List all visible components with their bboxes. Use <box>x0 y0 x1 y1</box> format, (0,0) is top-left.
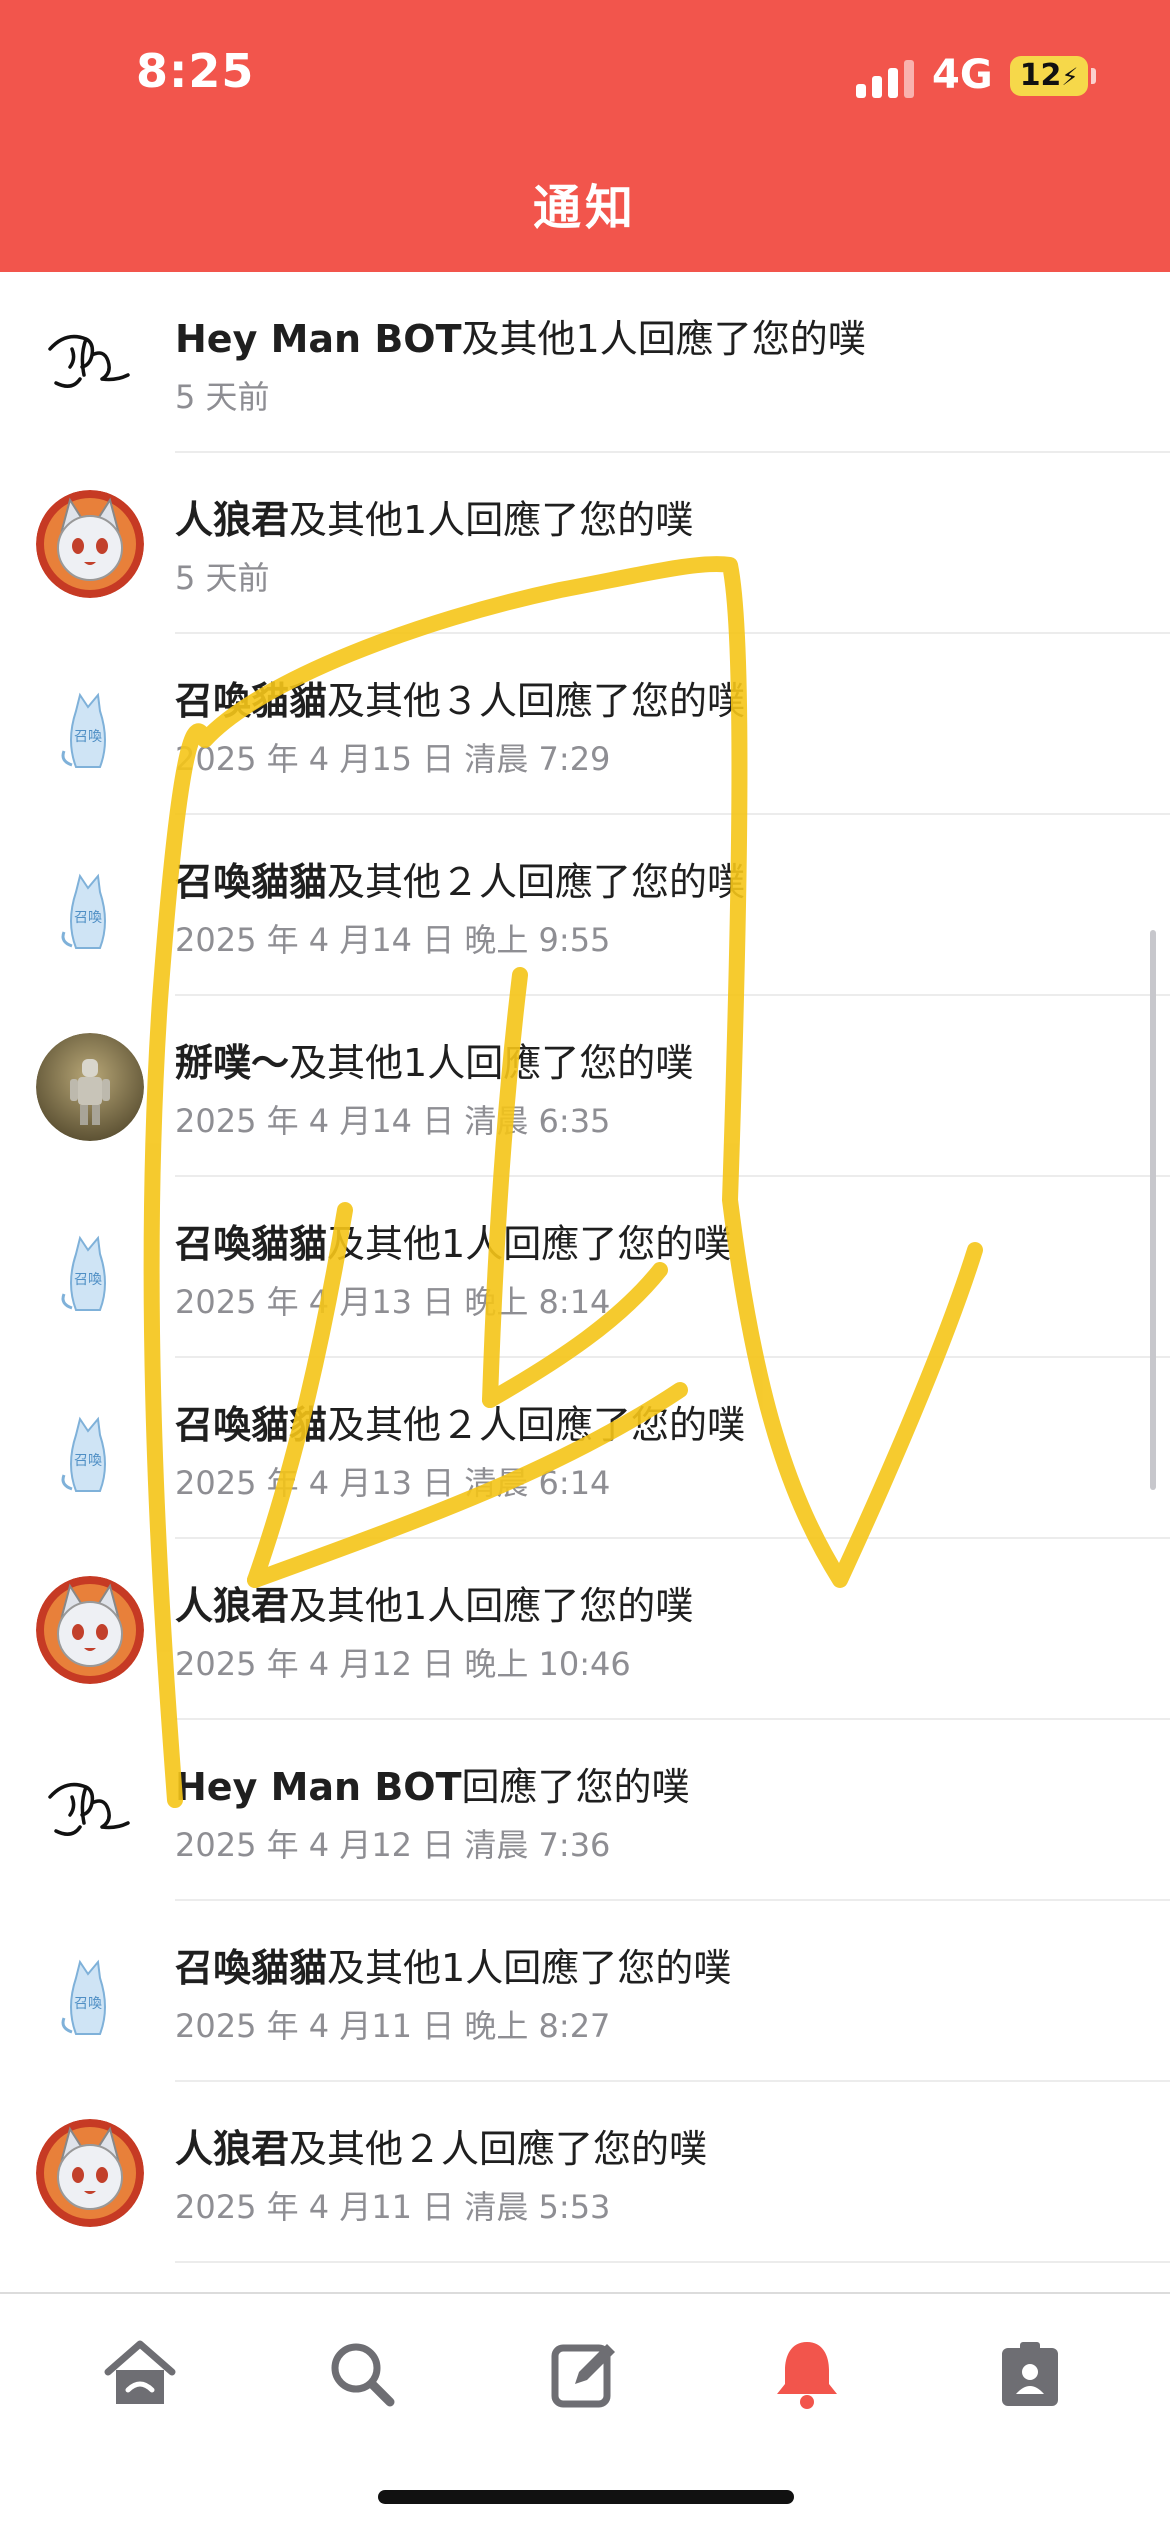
bell-icon <box>777 2342 837 2409</box>
sender-name: 人狼君 <box>175 1584 290 1628</box>
compose-icon <box>551 2344 615 2408</box>
page-title: 通知 <box>532 180 637 236</box>
notification-time: 2025 年 4 月14 日 晚上 9:55 <box>175 921 611 959</box>
sender-name: Hey Man BOT <box>175 317 462 361</box>
sender-name: 召喚貓貓 <box>175 1222 328 1266</box>
profile-card-icon <box>1002 2342 1058 2406</box>
notification-time: 2025 年 4 月13 日 清晨 6:14 <box>175 1464 611 1502</box>
notification-text: 及其他２人回應了您的噗 <box>327 860 746 904</box>
notification-time: 2025 年 4 月13 日 晚上 8:14 <box>175 1283 611 1321</box>
notification-text: 及其他1人回應了您的噗 <box>289 1584 694 1628</box>
sender-name: 掰噗～ <box>175 1041 290 1085</box>
battery-level: 12 <box>1019 58 1062 93</box>
cat-avatar[interactable]: 召喚 <box>36 852 144 960</box>
home-indicator[interactable] <box>378 2490 794 2504</box>
search-icon <box>331 2343 395 2407</box>
cat-avatar[interactable]: 召喚 <box>36 671 144 779</box>
notification-list[interactable]: Hey Man BOT及其他1人回應了您的噗 5 天前 人狼君及其他1人回應了您… <box>0 272 1170 2292</box>
notification-text: 及其他1人回應了您的噗 <box>327 1222 732 1266</box>
notification-item[interactable]: Hey Man BOT及其他1人回應了您的噗 5 天前 <box>0 272 1170 453</box>
line-drawing-avatar[interactable] <box>36 309 144 417</box>
notification-item[interactable]: 召喚 召喚貓貓及其他1人回應了您的噗 2025 年 4 月13 日 晚上 8:1… <box>0 1177 1170 1358</box>
sender-name: 召喚貓貓 <box>175 679 328 723</box>
notification-text: 及其他1人回應了您的噗 <box>461 317 866 361</box>
sender-name: 召喚貓貓 <box>175 1946 328 1990</box>
cat-avatar[interactable]: 召喚 <box>36 1214 144 1322</box>
notification-time: 2025 年 4 月15 日 清晨 7:29 <box>175 740 611 778</box>
notification-time: 2025 年 4 月11 日 晚上 8:27 <box>175 2007 611 2045</box>
tab-compose[interactable] <box>545 2334 625 2414</box>
notification-item[interactable]: 人狼君及其他1人回應了您的噗 5 天前 <box>0 453 1170 634</box>
knight-avatar[interactable] <box>36 1033 144 1141</box>
cat-avatar[interactable]: 召喚 <box>36 1938 144 2046</box>
tab-search[interactable] <box>322 2334 402 2414</box>
notification-text: 及其他1人回應了您的噗 <box>327 1946 732 1990</box>
notification-item[interactable]: 召喚 召喚貓貓及其他２人回應了您的噗 2025 年 4 月14 日 晚上 9:5… <box>0 815 1170 996</box>
battery-tip <box>1091 68 1096 84</box>
scrollbar[interactable] <box>1150 930 1156 1490</box>
status-time: 8:25 <box>136 44 255 98</box>
tab-notifications[interactable] <box>767 2334 847 2414</box>
notification-item[interactable] <box>0 2263 1170 2292</box>
tab-profile[interactable] <box>990 2334 1070 2414</box>
notification-time: 2025 年 4 月12 日 晚上 10:46 <box>175 1645 631 1683</box>
notification-text: 及其他２人回應了您的噗 <box>289 2127 708 2171</box>
sender-name: 召喚貓貓 <box>175 860 328 904</box>
notification-time: 5 天前 <box>175 378 270 416</box>
app-header: 8:25 4G 12⚡ 通知 <box>0 0 1170 272</box>
signal-icon <box>856 58 916 98</box>
notification-text: 及其他３人回應了您的噗 <box>327 679 746 723</box>
notification-time: 2025 年 4 月12 日 清晨 7:36 <box>175 1826 611 1864</box>
line-drawing-avatar[interactable] <box>36 1757 144 1865</box>
notification-text: 回應了您的噗 <box>461 1765 690 1809</box>
notification-text: 及其他２人回應了您的噗 <box>327 1403 746 1447</box>
notification-item[interactable]: 召喚 召喚貓貓及其他２人回應了您的噗 2025 年 4 月13 日 清晨 6:1… <box>0 1358 1170 1539</box>
werewolf-avatar[interactable] <box>36 2119 144 2227</box>
notification-time: 2025 年 4 月11 日 清晨 5:53 <box>175 2188 611 2226</box>
notification-text: 及其他1人回應了您的噗 <box>289 498 694 542</box>
cat-avatar[interactable]: 召喚 <box>36 1395 144 1503</box>
werewolf-avatar[interactable] <box>36 1576 144 1684</box>
sender-name: 召喚貓貓 <box>175 1403 328 1447</box>
tab-home[interactable] <box>100 2334 180 2414</box>
notification-time: 2025 年 4 月14 日 清晨 6:35 <box>175 1102 611 1140</box>
werewolf-avatar[interactable] <box>36 490 144 598</box>
network-label: 4G <box>932 52 993 98</box>
sender-name: Hey Man BOT <box>175 1765 462 1809</box>
notification-time: 5 天前 <box>175 559 270 597</box>
notification-item[interactable]: Hey Man BOT回應了您的噗 2025 年 4 月12 日 清晨 7:36 <box>0 1720 1170 1901</box>
sender-name: 人狼君 <box>175 498 290 542</box>
notification-item[interactable]: 召喚 召喚貓貓及其他３人回應了您的噗 2025 年 4 月15 日 清晨 7:2… <box>0 634 1170 815</box>
svg-text:召喚: 召喚 <box>74 1453 102 1469</box>
svg-text:召喚: 召喚 <box>74 1996 102 2012</box>
svg-text:召喚: 召喚 <box>74 1272 102 1288</box>
svg-text:召喚: 召喚 <box>74 910 102 926</box>
notification-item[interactable]: 掰噗～及其他1人回應了您的噗 2025 年 4 月14 日 清晨 6:35 <box>0 996 1170 1177</box>
svg-text:召喚: 召喚 <box>74 729 102 745</box>
notification-item[interactable]: 人狼君及其他1人回應了您的噗 2025 年 4 月12 日 晚上 10:46 <box>0 1539 1170 1720</box>
sender-name: 人狼君 <box>175 2127 290 2171</box>
notification-item[interactable]: 人狼君及其他２人回應了您的噗 2025 年 4 月11 日 清晨 5:53 <box>0 2082 1170 2263</box>
notification-text: 及其他1人回應了您的噗 <box>289 1041 694 1085</box>
home-icon <box>104 2340 176 2404</box>
battery-icon: 12⚡ <box>1010 56 1088 96</box>
notification-item[interactable]: 召喚 召喚貓貓及其他1人回應了您的噗 2025 年 4 月11 日 晚上 8:2… <box>0 1901 1170 2082</box>
